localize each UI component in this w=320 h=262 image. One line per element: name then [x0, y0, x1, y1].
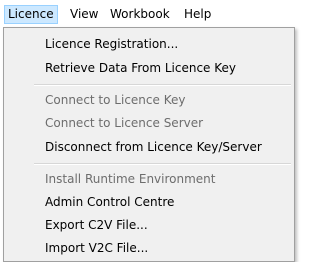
menu-item-admin-control-centre[interactable]: Admin Control Centre [4, 191, 294, 213]
menu-item-connect-to-licence-server: Connect to Licence Server [45, 116, 204, 130]
licence-dropdown-menu: Licence Registration... Retrieve Data Fr… [3, 27, 295, 262]
menu-item-licence-registration[interactable]: Licence Registration... [4, 33, 294, 55]
menu-item-retrieve-data-from-licence-key[interactable]: Retrieve Data From Licence Key [4, 57, 294, 79]
menu-view[interactable]: View [66, 5, 102, 24]
menu-workbook[interactable]: Workbook [106, 5, 174, 24]
menu-separator [34, 84, 291, 86]
menu-licence[interactable]: Licence [4, 5, 58, 24]
menu-item-connect-to-licence-key: Connect to Licence Key [45, 93, 186, 107]
menu-separator [34, 163, 291, 165]
menu-bar: Licence View Workbook Help [0, 0, 313, 28]
menu-item-install-runtime-environment: Install Runtime Environment [45, 172, 216, 186]
menu-help[interactable]: Help [180, 5, 215, 24]
menu-item-export-c2v-file[interactable]: Export C2V File... [4, 214, 294, 236]
menu-item-disconnect-from-licence-key-server[interactable]: Disconnect from Licence Key/Server [4, 136, 294, 158]
menu-item-import-v2c-file[interactable]: Import V2C File... [4, 237, 294, 259]
